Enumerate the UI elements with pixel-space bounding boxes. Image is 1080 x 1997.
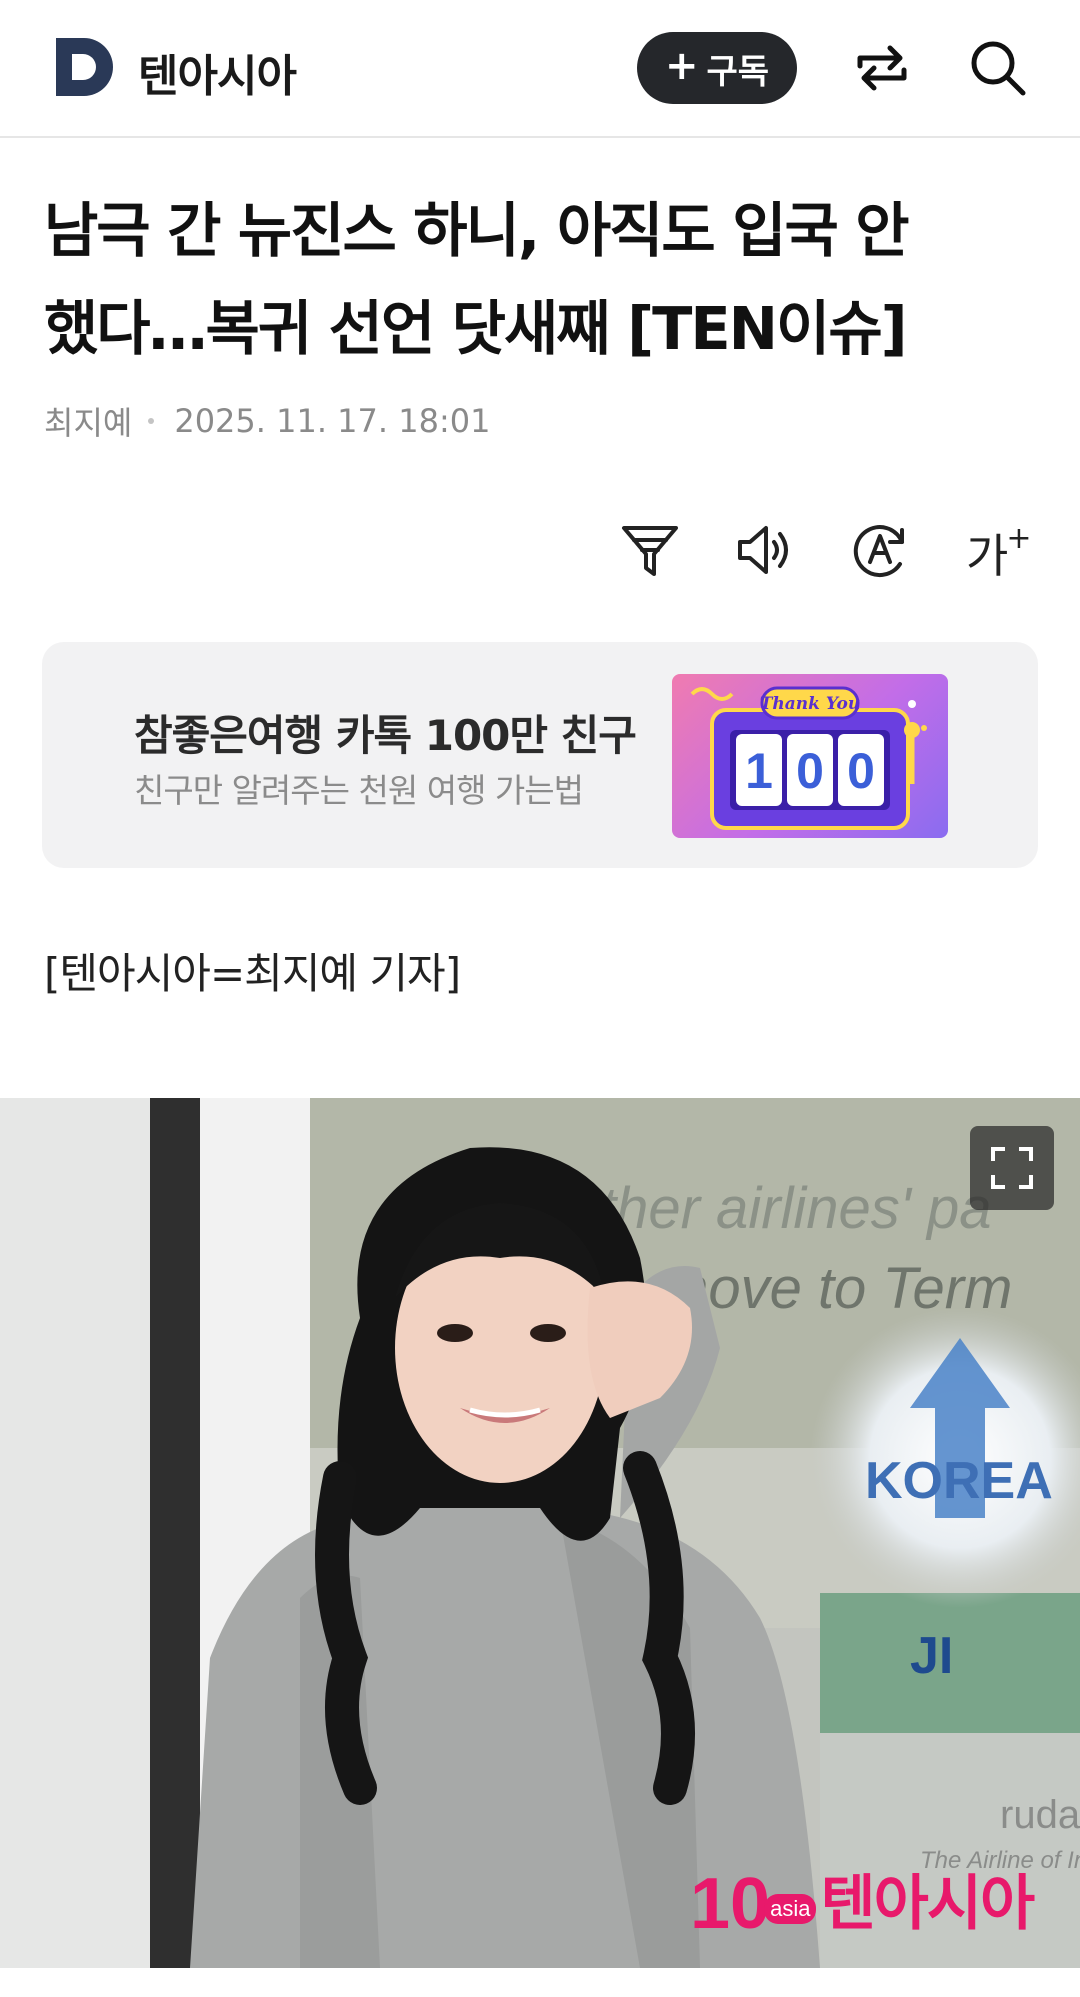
share-icon[interactable] <box>850 36 914 100</box>
d-logo-icon[interactable] <box>54 36 116 98</box>
article-title: 남극 간 뉴진스 하니, 아직도 입국 안 했다…복귀 선언 닷새째 [TEN이… <box>44 182 1034 378</box>
filter-icon[interactable] <box>618 518 682 582</box>
thank-you-text: Thank You <box>760 694 860 714</box>
sign-text-1: ther airlines' pa <box>600 1176 992 1241</box>
watermark-number: 10 <box>690 1864 771 1944</box>
reporter-byline: [텐아시아=최지예 기자] <box>44 949 461 998</box>
article-photo[interactable]: ther airlines' pa move to Term KOREA JI … <box>0 1098 1080 1968</box>
svg-text:0: 0 <box>847 743 875 799</box>
plus-icon: + <box>664 43 699 89</box>
fullscreen-button[interactable] <box>970 1126 1054 1210</box>
sign-text-2: move to Term <box>660 1256 1012 1321</box>
promo-banner[interactable]: 참좋은여행 카톡 100만 친구 친구만 알려주는 천원 여행 가는법 1 0 … <box>42 642 1038 868</box>
sign-garuda: ruda Indo <box>1000 1793 1080 1837</box>
expand-icon <box>991 1147 1033 1189</box>
subscribe-button[interactable]: + 구독 <box>637 32 797 104</box>
banner-subtitle: 친구만 알려주는 천원 여행 가는법 <box>134 771 584 810</box>
translate-icon[interactable] <box>848 518 912 582</box>
search-icon[interactable] <box>966 36 1030 100</box>
sign-korea: KOREA <box>865 1452 1053 1510</box>
separator-dot <box>148 418 155 424</box>
slot-machine-illustration: 1 0 0 Thank You <box>690 686 927 830</box>
brand-name[interactable]: 텐아시아 <box>138 40 297 104</box>
publish-datetime: 2025. 11. 17. 18:01 <box>174 402 491 440</box>
banner-image: 1 0 0 Thank You <box>672 674 948 838</box>
author-name[interactable]: 최지예 <box>44 398 132 444</box>
svg-text:0: 0 <box>796 743 824 799</box>
speaker-icon[interactable] <box>732 518 796 582</box>
subscribe-label: 구독 <box>706 51 770 92</box>
photo-watermark: 10 asia 텐아시아 <box>690 1864 1035 1944</box>
photo-illustration: ther airlines' pa move to Term KOREA JI … <box>0 1098 1080 1968</box>
sign-jin: JI <box>910 1627 953 1685</box>
article-title-line2: 했다…복귀 선언 닷새째 [TEN이슈] <box>44 294 908 363</box>
article-title-line1: 남극 간 뉴진스 하니, 아직도 입국 안 <box>44 196 910 265</box>
banner-title: 참좋은여행 카톡 100만 친구 <box>134 711 637 760</box>
font-size-button[interactable]: 가+ <box>966 520 1033 586</box>
font-size-plus: + <box>1006 520 1032 556</box>
article-meta: 최지예 2025. 11. 17. 18:01 <box>44 398 490 444</box>
svg-text:1: 1 <box>745 743 773 799</box>
watermark-brand: 텐아시아 <box>820 1869 1035 1939</box>
top-header: 텐아시아 + 구독 <box>0 0 1080 138</box>
watermark-asia: asia <box>764 1894 817 1924</box>
font-size-label: 가 <box>966 529 1009 583</box>
